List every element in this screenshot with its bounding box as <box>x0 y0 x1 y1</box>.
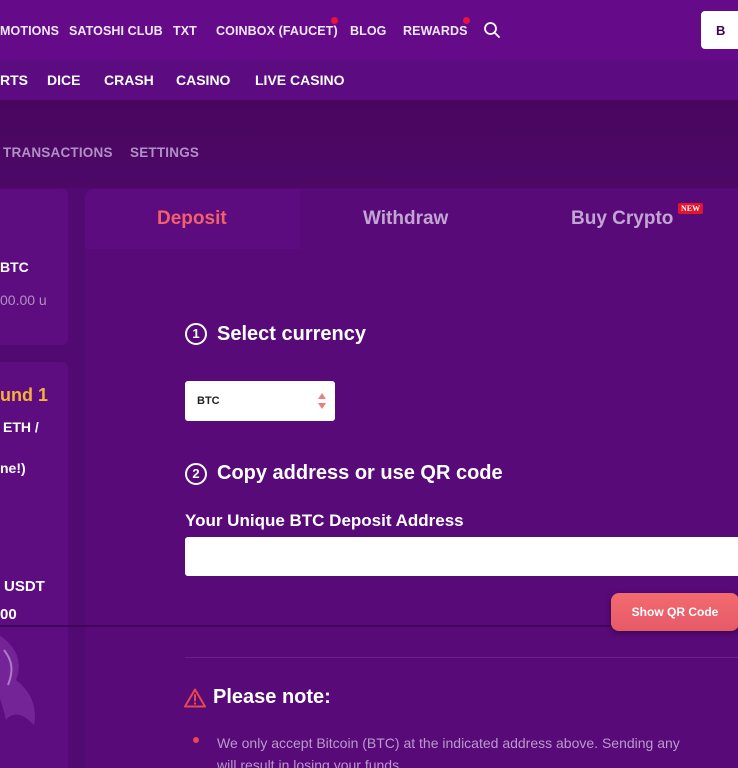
promo-text-4: 00 <box>0 606 17 623</box>
tab-buy-crypto[interactable]: Buy Crypto <box>571 208 673 230</box>
bitcoin-icon: B <box>716 23 726 38</box>
nav-coinbox-faucet[interactable]: COINBOX (FAUCET) <box>216 24 338 38</box>
note-separator <box>185 657 738 658</box>
warning-icon <box>184 688 206 708</box>
note-text: We only accept Bitcoin (BTC) at the indi… <box>217 732 680 768</box>
nav-txt[interactable]: TXT <box>173 24 197 38</box>
coinbox-notification-dot <box>331 17 338 24</box>
game-navigation-bar: RTS DICE CRASH CASINO LIVE CASINO <box>0 60 738 100</box>
account-tabs-bar: TRANSACTIONS SETTINGS <box>0 100 738 188</box>
nav-promotions[interactable]: MOTIONS <box>0 24 59 38</box>
tab-withdraw[interactable]: Withdraw <box>363 208 448 230</box>
note-title: Please note: <box>213 686 331 708</box>
tab-settings[interactable]: SETTINGS <box>130 145 199 160</box>
step-1-number: 1 <box>185 323 207 345</box>
nav-satoshi-club[interactable]: SATOSHI CLUB <box>69 24 163 38</box>
currency-select-value: BTC <box>197 395 220 407</box>
note-text-line-2: will result in losing your funds. <box>217 757 403 768</box>
step-1-title: Select currency <box>217 323 366 345</box>
nav-blog[interactable]: BLOG <box>350 24 387 38</box>
tab-transactions[interactable]: TRANSACTIONS <box>3 145 113 160</box>
new-badge: NEW <box>678 203 704 214</box>
promo-title: und 1 <box>0 385 48 405</box>
promo-decoration-image <box>0 635 35 725</box>
nav-casino[interactable]: CASINO <box>176 72 230 88</box>
note-text-line-1: We only accept Bitcoin (BTC) at the indi… <box>217 735 680 751</box>
rewards-notification-dot <box>463 17 470 24</box>
deposit-address-label: Your Unique BTC Deposit Address <box>185 511 464 530</box>
search-icon[interactable] <box>483 21 501 39</box>
promo-text-1: ETH / <box>3 419 39 435</box>
currency-balance-button[interactable]: B <box>701 11 738 49</box>
select-arrows-icon <box>318 393 326 409</box>
top-navigation-bar: MOTIONS SATOSHI CLUB TXT COINBOX (FAUCET… <box>0 0 738 60</box>
nav-rewards[interactable]: REWARDS <box>403 24 468 38</box>
step-2-number: 2 <box>185 463 207 485</box>
note-bullet <box>193 737 199 743</box>
currency-select[interactable]: BTC <box>185 381 335 421</box>
promo-text-3: USDT <box>4 578 45 595</box>
tab-deposit[interactable]: Deposit <box>157 208 227 230</box>
deposit-address-field[interactable] <box>185 537 738 576</box>
promo-text-2: ne!) <box>0 460 26 476</box>
nav-sports[interactable]: RTS <box>0 72 28 88</box>
nav-live-casino[interactable]: LIVE CASINO <box>255 72 344 88</box>
balance-currency: BTC <box>0 259 29 275</box>
step-2-title: Copy address or use QR code <box>217 462 503 484</box>
show-qr-code-button[interactable]: Show QR Code <box>611 593 738 631</box>
nav-crash[interactable]: CRASH <box>104 72 154 88</box>
nav-dice[interactable]: DICE <box>47 72 80 88</box>
balance-amount: 00.00 u <box>0 292 47 308</box>
